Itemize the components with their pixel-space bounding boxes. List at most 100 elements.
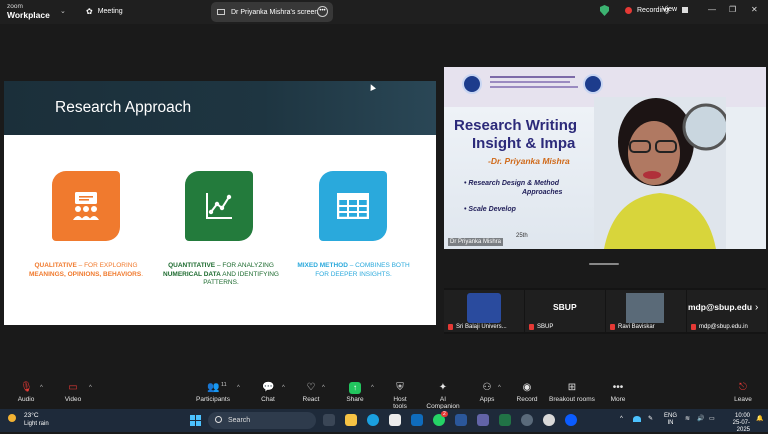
pen-icon[interactable]: ✎ (648, 416, 653, 423)
shared-slide[interactable]: Research Approach QUALITATIVE – FOR EXPL… (4, 81, 436, 325)
video-button[interactable]: ▭ Video (63, 382, 83, 403)
audio-options-caret-icon[interactable]: ^ (40, 385, 43, 391)
video-off-icon: ▭ (68, 382, 78, 393)
more-dots-icon: ••• (612, 382, 624, 393)
grid-view-icon (682, 6, 689, 13)
mixed-method-title: MIXED METHOD (297, 262, 348, 269)
share-caret-icon[interactable]: ^ (371, 385, 374, 391)
line-chart-icon (206, 193, 232, 219)
apps-label: Apps (479, 396, 495, 403)
taskbar-search[interactable]: Search (208, 412, 316, 429)
heart-icon: ♡ (306, 382, 316, 393)
view-button[interactable]: View (662, 6, 689, 13)
close-icon[interactable]: ✕ (751, 5, 758, 14)
quantitative-title: QUANTITATIVE (168, 262, 216, 269)
participant-name: SBUP (537, 324, 554, 330)
quantitative-card (185, 171, 253, 241)
search-icon (215, 416, 222, 423)
speaker-video[interactable]: Research Writing Insight & Impa -Dr. Pri… (444, 67, 766, 249)
participants-count: 11 (221, 382, 227, 388)
sparkle-icon: ✦ (438, 382, 448, 393)
tab-label: Dr Priyanka Mishra's screen (231, 8, 319, 16)
more-options-icon[interactable]: ••• (317, 6, 328, 17)
record-button[interactable]: ◉ Record (516, 382, 538, 403)
breakout-rooms-button[interactable]: ⊞ Breakout rooms (549, 382, 595, 403)
outlook-icon[interactable] (411, 414, 423, 426)
clock[interactable]: 10:00 25-07-2025 (726, 413, 750, 434)
video-bullet-2: • Scale Develop (464, 206, 516, 213)
participant-tile[interactable]: Ravi Baviskar (606, 290, 686, 332)
word-icon[interactable] (455, 414, 467, 426)
participant-tile[interactable]: Sri Balaji Univers... (444, 290, 524, 332)
video-date-fragment: 25th (516, 233, 528, 239)
share-screen-icon: ↑ (349, 382, 361, 394)
participants-caret-icon[interactable]: ^ (237, 385, 240, 391)
store-icon[interactable] (389, 414, 401, 426)
mouse-cursor-icon (368, 83, 376, 91)
teams-icon[interactable] (477, 414, 489, 426)
meeting-menu[interactable]: ✿ Meeting (86, 7, 123, 16)
excel-icon[interactable] (499, 414, 511, 426)
mic-muted-icon (529, 324, 534, 330)
video-bullet-1: • Research Design & Method (464, 180, 560, 187)
settings-icon[interactable] (521, 414, 533, 426)
chevron-right-icon[interactable]: › (755, 302, 758, 313)
edge-icon[interactable] (367, 414, 379, 426)
leave-button[interactable]: ⎋ Leave (733, 382, 753, 403)
battery-icon[interactable]: ▭ (709, 416, 715, 423)
wifi-icon[interactable]: ≋ (685, 416, 690, 423)
participant-label: Sri Balaji Univers... (448, 324, 507, 330)
apps-button[interactable]: ⚇ Apps (479, 382, 495, 403)
minimize-icon[interactable]: — (708, 5, 716, 14)
participant-name: Sri Balaji Univers... (456, 324, 507, 330)
windows-start-icon[interactable] (190, 415, 201, 426)
qualitative-title: QUALITATIVE (34, 262, 77, 269)
video-heading-2: Insight & Impa (472, 135, 576, 152)
host-tools-button[interactable]: ⛨ Host tools (386, 382, 414, 410)
share-label: Share (346, 396, 364, 403)
more-button[interactable]: ••• More (609, 382, 627, 403)
quantitative-text-a: – FOR ANALYZING (215, 262, 274, 269)
mixed-method-card (319, 171, 387, 241)
participant-tile[interactable]: SBUP SBUP (525, 290, 605, 332)
sbup-logo-icon (583, 74, 603, 94)
ai-companion-button[interactable]: ✦ AI Companion (423, 382, 463, 410)
react-button[interactable]: ♡ React (302, 382, 320, 403)
brand-line-2: Workplace (7, 10, 50, 20)
ai-companion-label: AI Companion (426, 396, 460, 410)
participant-strip: Sri Balaji Univers... SBUP SBUP Ravi Bav… (444, 288, 767, 334)
audio-button[interactable]: 🎙 Audio (16, 382, 36, 403)
recording-status[interactable]: Recording (600, 5, 669, 16)
weather-widget[interactable]: 23°C Light rain (8, 412, 49, 428)
video-bullet-1b: Approaches (522, 189, 563, 196)
file-explorer-icon[interactable] (345, 414, 357, 426)
language-indicator[interactable]: ENG IN (664, 413, 677, 427)
zoom-brand[interactable]: zoom Workplace (7, 3, 50, 19)
video-options-caret-icon[interactable]: ^ (89, 385, 92, 391)
chevron-up-icon[interactable]: ^ (620, 416, 623, 423)
share-button[interactable]: ↑ Share (346, 382, 364, 403)
volume-icon[interactable]: 🔊 (697, 416, 704, 423)
qualitative-bold: MEANINGS, OPINIONS, BEHAVIORS (28, 270, 142, 278)
shield-icon: ⛨ (396, 382, 404, 393)
chrome-icon[interactable] (543, 414, 555, 426)
chat-caret-icon[interactable]: ^ (282, 385, 285, 391)
zoom-app-icon[interactable] (565, 414, 577, 426)
participant-label: SBUP (529, 324, 553, 330)
notifications-bell-icon[interactable]: 🔔 (756, 416, 763, 423)
windows-taskbar: 23°C Light rain Search 2 ^ ✎ ENG IN ≋ 🔊 … (0, 409, 768, 434)
tab-screen-share[interactable]: Dr Priyanka Mishra's screen ••• (211, 2, 333, 22)
restore-icon[interactable]: ❐ (729, 5, 736, 14)
record-label: Record (516, 396, 538, 403)
resize-handle[interactable] (589, 263, 619, 265)
weather-condition: Light rain (24, 421, 49, 427)
task-view-icon[interactable] (323, 414, 335, 426)
react-caret-icon[interactable]: ^ (322, 385, 325, 391)
cloud-icon[interactable] (633, 416, 641, 422)
apps-caret-icon[interactable]: ^ (498, 385, 501, 391)
speaker-name-label: Dr Priyanka Mishra (448, 238, 504, 246)
chat-button[interactable]: 💬 Chat (260, 382, 276, 403)
meeting-label: Meeting (97, 8, 123, 15)
chevron-down-icon[interactable]: ⌄ (60, 7, 66, 15)
view-label: View (662, 6, 678, 13)
